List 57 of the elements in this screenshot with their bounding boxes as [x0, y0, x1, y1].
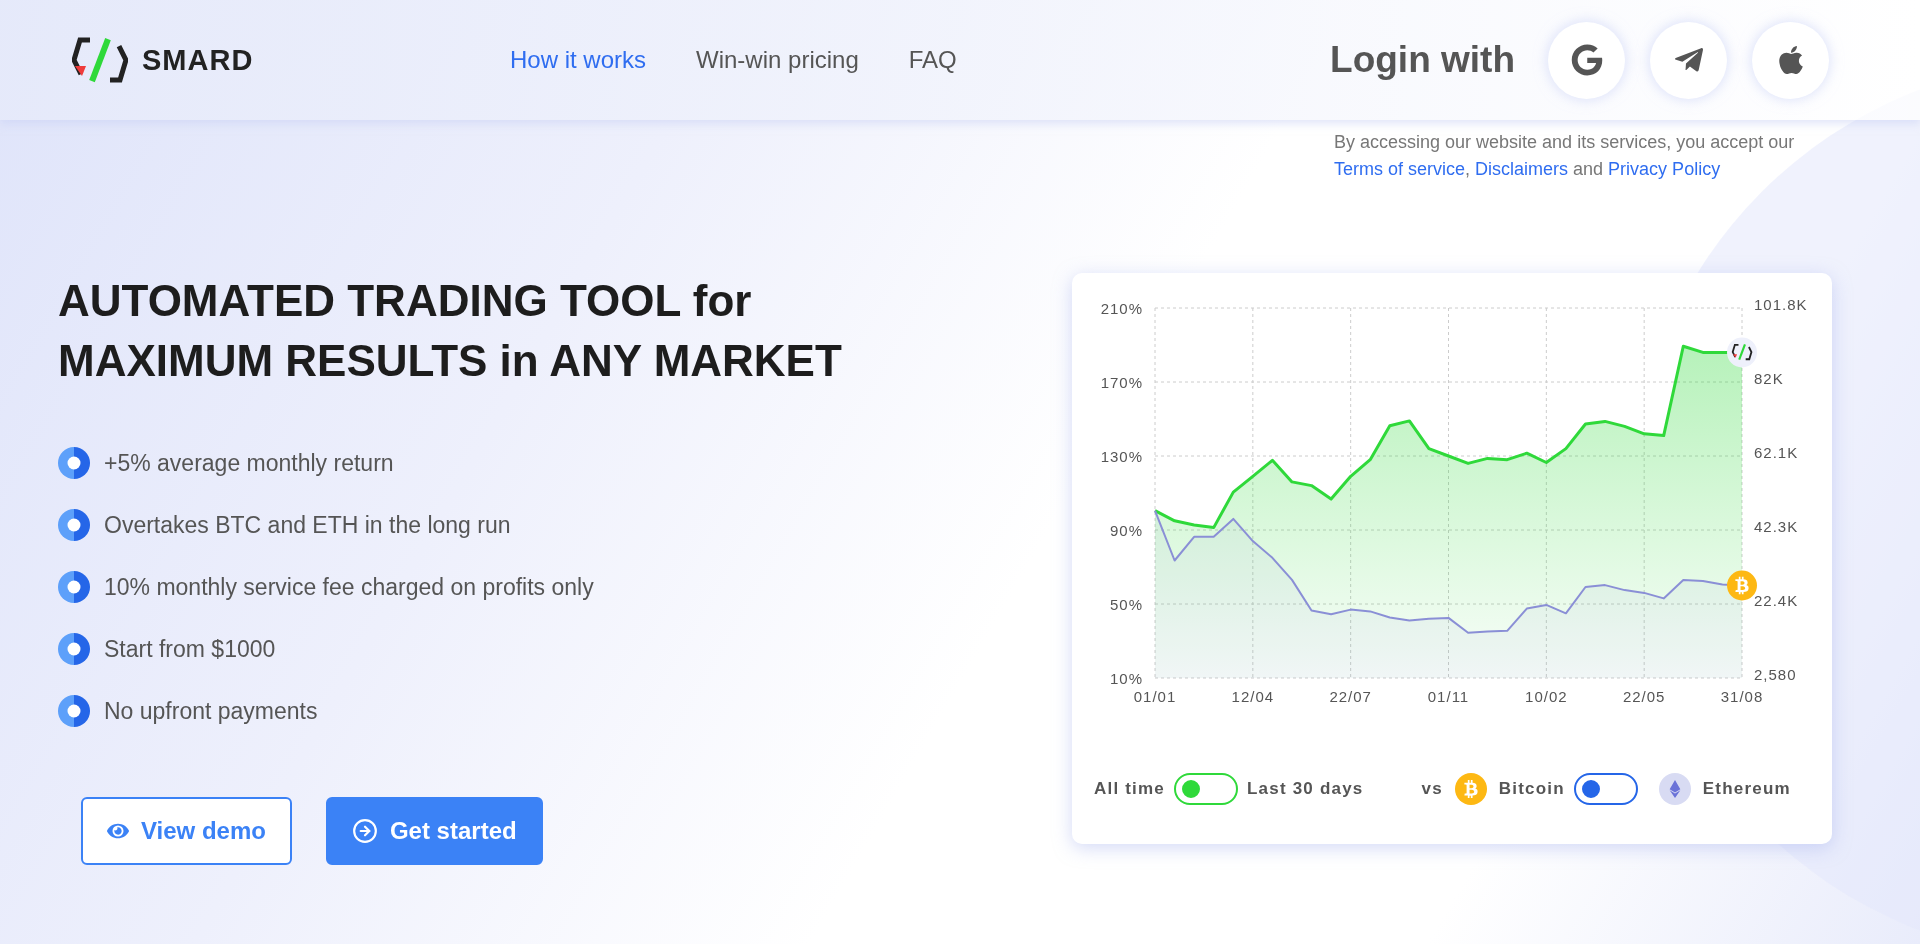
google-icon — [1570, 44, 1603, 76]
nav-link[interactable]: How it works — [510, 46, 647, 74]
toggle-label[interactable]: All time — [1094, 779, 1165, 799]
axis-label: 101.8K — [1754, 296, 1808, 313]
ethereum-icon — [1658, 773, 1691, 805]
bullet-icon — [58, 695, 90, 727]
axis-label: 22/07 — [1329, 688, 1372, 705]
get-started-button[interactable]: Get started — [325, 797, 543, 865]
terms-link[interactable]: Privacy Policy — [1608, 159, 1721, 179]
bullet-icon — [58, 633, 90, 665]
terms-link[interactable]: Terms of service — [1334, 159, 1466, 179]
arrow-circle-icon — [351, 818, 378, 844]
feature-text: +5% average monthly return — [104, 449, 394, 478]
toggle-label[interactable]: Bitcoin — [1498, 779, 1565, 799]
telegram-login-button[interactable] — [1650, 21, 1727, 99]
feature-text: No upfront payments — [104, 697, 318, 726]
feature-text: 10% monthly service fee charged on profits only — [104, 573, 594, 602]
brand-name: SMARD — [142, 43, 254, 77]
terms-link[interactable]: Disclaimers — [1475, 159, 1569, 179]
axis-label: 10% — [1109, 670, 1143, 687]
vs-label: vs — [1421, 779, 1443, 799]
axis-label: 01/11 — [1427, 688, 1470, 705]
axis-label: 2,580 — [1754, 666, 1797, 683]
asset-toggle[interactable] — [1573, 773, 1638, 805]
axis-label: 22.4K — [1754, 592, 1799, 609]
axis-label: 50% — [1109, 596, 1143, 613]
axis-label: 90% — [1109, 522, 1143, 539]
axis-label: 22/05 — [1622, 688, 1666, 705]
logo-marker — [1727, 337, 1757, 368]
logo-icon — [72, 35, 128, 85]
login-label: Login with — [1330, 39, 1515, 81]
feature-text: Start from $1000 — [104, 635, 276, 664]
feature-text: Overtakes BTC and ETH in the long run — [104, 511, 511, 540]
axis-label: 42.3K — [1754, 518, 1799, 535]
period-toggle[interactable] — [1174, 773, 1238, 805]
axis-label: 62.1K — [1754, 444, 1799, 461]
bullet-icon — [58, 509, 90, 541]
toggle-label[interactable]: Last 30 days — [1247, 779, 1364, 799]
google-login-button[interactable] — [1548, 21, 1625, 99]
bitcoin-icon — [1454, 773, 1487, 805]
toggle-label[interactable]: Ethereum — [1702, 779, 1791, 799]
axis-label: 31/08 — [1720, 688, 1764, 705]
axis-label: 12/04 — [1231, 688, 1275, 705]
nav-link[interactable]: Win-win pricing — [696, 46, 859, 74]
terms-notice: By accessing our website and its services, you accept our Terms of service, Disclaimers and Privacy Policy — [1334, 131, 1796, 181]
axis-label: 01/01 — [1133, 688, 1177, 705]
nav-link[interactable]: FAQ — [908, 46, 957, 74]
headline: AUTOMATED TRADING TOOL for MAXIMUM RESULTS in ANY MARKET — [58, 275, 842, 387]
view-demo-button[interactable]: View demo — [81, 797, 292, 865]
bullet-icon — [58, 571, 90, 603]
bullet-icon — [58, 447, 90, 479]
axis-label: 170% — [1100, 374, 1143, 391]
axis-label: 210% — [1100, 300, 1143, 317]
axis-label: 10/02 — [1525, 688, 1568, 705]
apple-login-button[interactable] — [1752, 21, 1829, 99]
axis-label: 82K — [1754, 370, 1784, 387]
axis-label: 130% — [1100, 448, 1143, 465]
